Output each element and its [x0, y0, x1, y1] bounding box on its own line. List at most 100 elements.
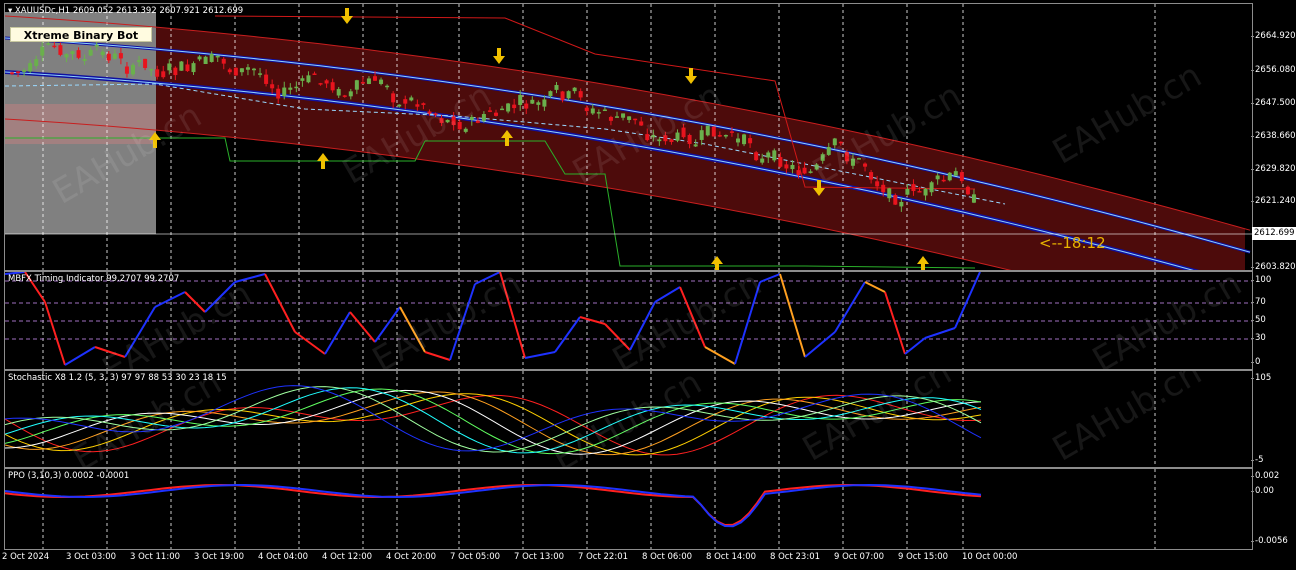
stochastic-pane[interactable]: Stochastic X8 1.2 (5, 3, 3) 97 97 88 53 …	[4, 370, 1253, 468]
candle	[245, 67, 250, 70]
candle	[373, 76, 377, 81]
mbfx-segment	[154, 291, 186, 308]
main-chart-pane[interactable]: ▾ XAUUSDc,H1 2609.052 2613.392 2607.921 …	[4, 3, 1253, 271]
candle	[106, 53, 111, 61]
time-label: 8 Oct 06:00	[642, 552, 693, 562]
candle	[651, 135, 656, 138]
candle	[403, 99, 408, 104]
mbfx-segment	[834, 281, 866, 333]
mbfx-segment	[704, 346, 736, 365]
candle	[161, 71, 166, 78]
candle	[893, 194, 898, 205]
candle	[645, 134, 650, 141]
candle	[366, 78, 371, 84]
ppo-main-line	[5, 483, 982, 528]
candle	[693, 144, 698, 147]
candle	[58, 45, 63, 55]
candle	[70, 51, 75, 55]
sell-arrow-icon	[341, 8, 353, 24]
candle	[530, 99, 535, 104]
mbfx-segment	[264, 273, 296, 333]
candle	[887, 188, 892, 199]
candle	[16, 71, 21, 73]
candle	[179, 61, 184, 71]
candle	[681, 127, 686, 138]
time-label: 7 Oct 22:01	[578, 552, 629, 562]
candle	[137, 60, 142, 63]
candle	[754, 152, 759, 161]
mbfx-segment	[374, 306, 401, 343]
ppo-canvas[interactable]	[5, 469, 1252, 549]
candle	[518, 95, 523, 105]
price-level: 2664.920	[1251, 31, 1296, 41]
candle	[469, 116, 474, 120]
candle	[717, 135, 722, 137]
candle	[421, 103, 426, 105]
ppo-level: 0.002	[1250, 471, 1280, 481]
candle	[947, 172, 952, 181]
candle	[899, 201, 904, 207]
candle	[784, 164, 789, 169]
candle	[276, 88, 281, 99]
candle	[881, 184, 886, 193]
candle	[941, 179, 946, 182]
candle	[385, 85, 390, 88]
mbfx-segment	[884, 291, 906, 355]
candle	[911, 184, 916, 192]
candle	[590, 108, 595, 114]
candle	[669, 139, 674, 142]
mbfx-segment	[44, 301, 66, 366]
candle	[814, 164, 819, 170]
time-label: 8 Oct 23:01	[770, 552, 821, 562]
mbfx-segment	[399, 306, 426, 353]
stochastic-axis: 105 -5	[1250, 370, 1296, 466]
time-axis[interactable]: 2 Oct 2024 3 Oct 03:00 3 Oct 11:00 3 Oct…	[2, 549, 1251, 569]
candle	[354, 80, 359, 90]
candle	[971, 194, 976, 203]
candle	[191, 63, 196, 73]
stochastic-line	[5, 393, 982, 456]
time-label: 4 Oct 04:00	[258, 552, 309, 562]
candle	[76, 50, 81, 58]
candle	[239, 68, 244, 73]
price-chart-canvas[interactable]	[5, 4, 1252, 270]
time-label: 4 Oct 12:00	[322, 552, 373, 562]
candle	[965, 186, 970, 195]
candle	[953, 171, 958, 176]
candle	[760, 158, 765, 163]
collapse-arrow-icon[interactable]: ▾	[8, 6, 12, 16]
candle	[705, 125, 710, 136]
candle	[100, 51, 105, 56]
stochastic-canvas[interactable]	[5, 371, 1252, 467]
bar-countdown-timer: <--18:12	[1039, 234, 1106, 252]
candle	[451, 116, 456, 125]
candle	[826, 147, 831, 155]
candle	[639, 121, 644, 126]
candle	[112, 53, 117, 59]
ppo-pane[interactable]: PPO (3,10,3) 0.0002 -0.0001	[4, 468, 1253, 550]
candle	[687, 134, 692, 144]
candle	[869, 172, 874, 180]
mbfx-segment	[499, 272, 526, 359]
candle	[566, 91, 571, 99]
candle	[258, 73, 263, 75]
candle	[524, 103, 529, 109]
candle	[52, 45, 57, 48]
candle	[209, 53, 214, 62]
candle	[772, 150, 777, 161]
candle	[736, 138, 740, 143]
mbfx-segment	[554, 316, 581, 353]
candle	[536, 102, 541, 105]
mbfx-timing-pane[interactable]: MBFX Timing Indicator 99.2707 99.2707 EA…	[4, 271, 1253, 370]
candle	[923, 188, 928, 196]
time-label: 7 Oct 13:00	[514, 552, 565, 562]
expert-advisor-label: Xtreme Binary Bot	[10, 27, 152, 42]
mbfx-level: 70	[1251, 297, 1266, 307]
price-level: 2629.820	[1251, 164, 1296, 174]
candle	[330, 82, 335, 91]
candle	[481, 114, 486, 121]
candle	[844, 152, 849, 162]
candle	[959, 172, 964, 182]
ppo-title: PPO (3,10,3) 0.0002 -0.0001	[8, 471, 130, 481]
mbfx-canvas[interactable]	[5, 272, 1252, 369]
